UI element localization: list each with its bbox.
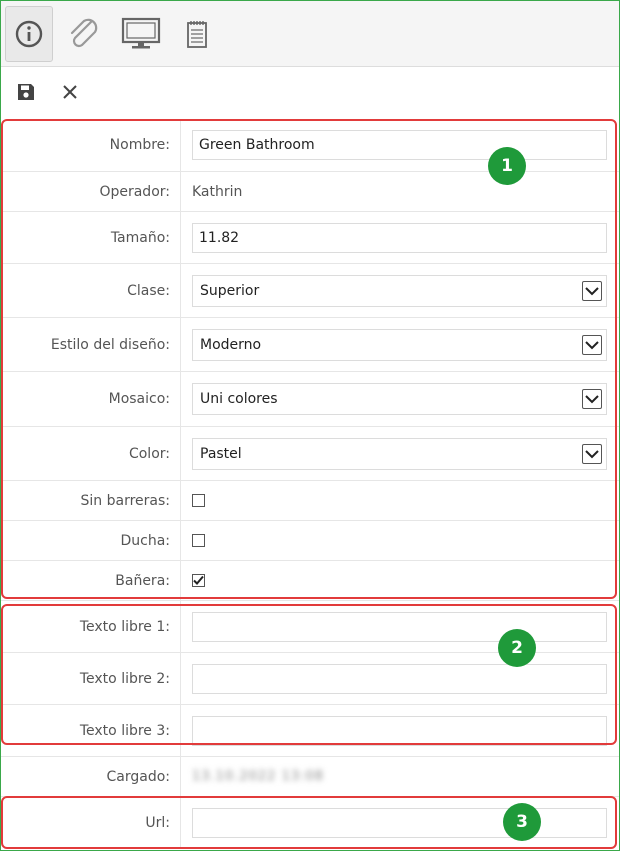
callout-box-2 (1, 604, 617, 745)
row-cargado: Cargado: 13.10.2022 13:08 (1, 757, 619, 797)
close-icon (63, 85, 77, 99)
info-icon (15, 20, 43, 48)
save-icon (18, 84, 34, 100)
close-button[interactable] (57, 79, 83, 105)
tab-info[interactable] (5, 6, 53, 62)
badge-1: 1 (488, 147, 526, 185)
action-bar (1, 67, 619, 119)
save-button[interactable] (13, 79, 39, 105)
badge-2: 2 (498, 629, 536, 667)
badge-3: 3 (503, 803, 541, 841)
tab-bar (1, 1, 619, 67)
tab-notes[interactable] (173, 6, 221, 62)
callout-box-1 (1, 119, 617, 599)
label-cargado: Cargado: (1, 757, 181, 796)
monitor-icon (121, 17, 161, 49)
notepad-icon (187, 21, 207, 48)
paperclip-icon (70, 18, 98, 48)
tab-display[interactable] (117, 6, 165, 62)
cargado-value: 13.10.2022 13:08 (192, 769, 325, 784)
tab-attachments[interactable] (59, 6, 107, 62)
